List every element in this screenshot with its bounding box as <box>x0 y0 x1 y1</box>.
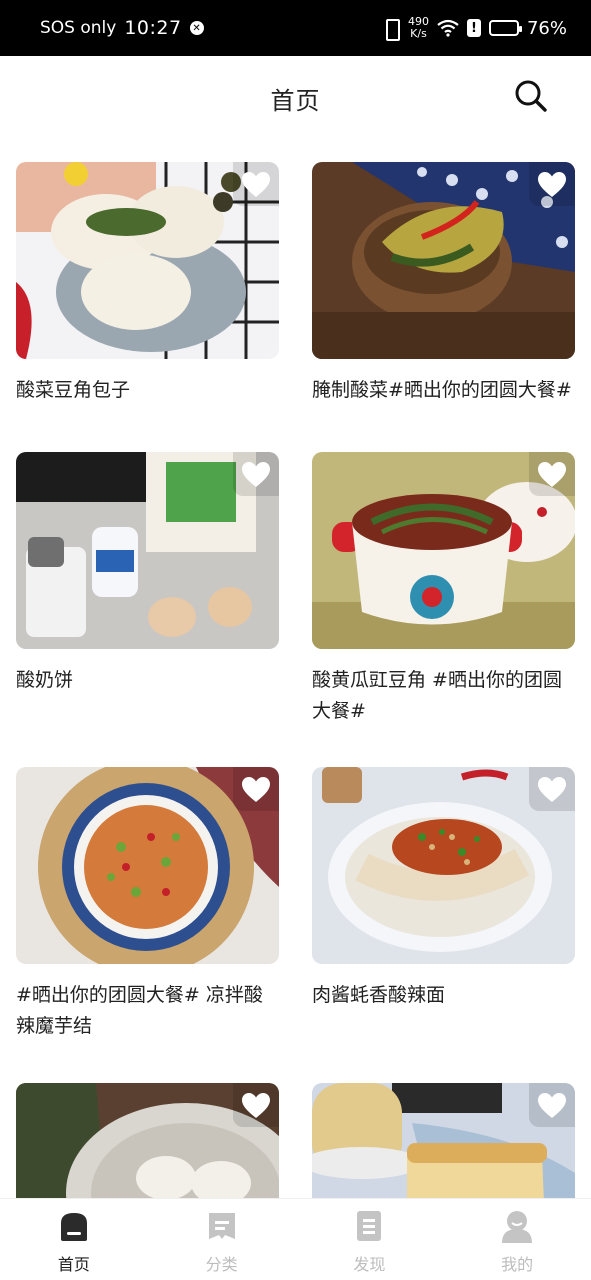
shield-icon: ✕ <box>189 21 204 35</box>
recipe-image <box>312 767 575 964</box>
discover-icon <box>357 1211 382 1241</box>
recipe-title: 肉酱蚝香酸辣面 <box>312 984 446 1006</box>
recipe-card[interactable] <box>16 1083 279 1198</box>
favorite-button[interactable] <box>233 452 279 496</box>
recipe-card[interactable]: 腌制酸菜#晒出你的团圆大餐# <box>312 162 575 406</box>
carrier-text: SOS only <box>40 18 117 38</box>
favorite-button[interactable] <box>233 162 279 206</box>
recipe-title: 酸奶饼 <box>16 669 74 691</box>
category-icon <box>208 1213 235 1239</box>
favorite-button[interactable] <box>529 767 575 811</box>
recipe-title: 酸黄瓜豇豆角 #晒出你的团圆大餐# <box>312 669 562 722</box>
app-screen: SOS only 10:27 ✕ 490 K/s ! 76% 首页 酸菜豆角包子… <box>0 0 591 1280</box>
recipe-card[interactable]: 酸黄瓜豇豆角 #晒出你的团圆大餐# <box>312 452 575 727</box>
recipe-title: 腌制酸菜#晒出你的团圆大餐# <box>312 379 572 401</box>
recipe-image <box>312 1083 575 1198</box>
recipe-card[interactable]: 酸菜豆角包子 <box>16 162 279 406</box>
search-icon <box>515 80 547 112</box>
heart-icon <box>242 461 270 487</box>
heart-icon <box>538 1092 566 1118</box>
recipe-title: #晒出你的团圆大餐# 凉拌酸辣魔芋结 <box>16 984 263 1037</box>
recipe-image <box>16 1083 279 1198</box>
favorite-button[interactable] <box>529 162 575 206</box>
heart-icon <box>242 776 270 802</box>
nav-item-profile[interactable]: 我的 <box>443 1199 591 1280</box>
recipe-image <box>16 162 279 359</box>
search-button[interactable] <box>513 78 549 114</box>
favorite-button[interactable] <box>233 1083 279 1127</box>
heart-icon <box>538 461 566 487</box>
recipe-card[interactable] <box>312 1083 575 1198</box>
recipe-card[interactable]: 肉酱蚝香酸辣面 <box>312 767 575 1011</box>
vibrate-icon <box>382 18 400 41</box>
nav-label-profile: 我的 <box>501 1255 534 1274</box>
heart-icon <box>242 171 270 197</box>
recipe-title: 酸菜豆角包子 <box>16 379 131 401</box>
favorite-button[interactable] <box>529 452 575 496</box>
favorite-button[interactable] <box>529 1083 575 1127</box>
wifi-icon <box>437 19 459 37</box>
nav-label-category: 分类 <box>205 1255 238 1274</box>
nav-item-discover[interactable]: 发现 <box>296 1199 444 1280</box>
nav-item-home[interactable]: 首页 <box>0 1199 148 1280</box>
profile-icon <box>502 1211 533 1243</box>
recipe-card[interactable]: #晒出你的团圆大餐# 凉拌酸辣魔芋结 <box>16 767 279 1042</box>
recipe-grid: 酸菜豆角包子 腌制酸菜#晒出你的团圆大餐# 酸奶饼 酸黄瓜豇豆角 #晒出你的团圆… <box>0 140 591 1198</box>
nav-label-home: 首页 <box>57 1255 90 1274</box>
recipe-image <box>16 767 279 964</box>
favorite-button[interactable] <box>233 767 279 811</box>
alert-icon: ! <box>466 19 481 37</box>
app-header: 首页 <box>0 56 591 140</box>
status-right: 490 K/s ! 76% <box>382 16 567 41</box>
battery-percent: 76% <box>526 17 567 39</box>
network-speed-unit: K/s <box>410 27 427 40</box>
heart-icon <box>538 776 566 802</box>
page-title: 首页 <box>270 86 321 115</box>
recipe-image <box>16 452 279 649</box>
bottom-nav: 首页 分类 发现 我的 <box>0 1198 591 1280</box>
nav-item-category[interactable]: 分类 <box>148 1199 296 1280</box>
recipe-image <box>312 452 575 649</box>
heart-icon <box>538 171 566 197</box>
home-icon <box>60 1213 87 1241</box>
recipe-card[interactable]: 酸奶饼 <box>16 452 279 696</box>
status-bar: SOS only 10:27 ✕ 490 K/s ! 76% <box>0 0 591 56</box>
heart-icon <box>242 1092 270 1118</box>
status-left: SOS only 10:27 ✕ <box>40 17 204 39</box>
recipe-image <box>312 162 575 359</box>
nav-label-discover: 发现 <box>353 1255 386 1274</box>
clock-time: 10:27 <box>124 17 182 39</box>
battery-icon <box>488 20 522 36</box>
network-speed: 490 K/s <box>408 16 429 40</box>
